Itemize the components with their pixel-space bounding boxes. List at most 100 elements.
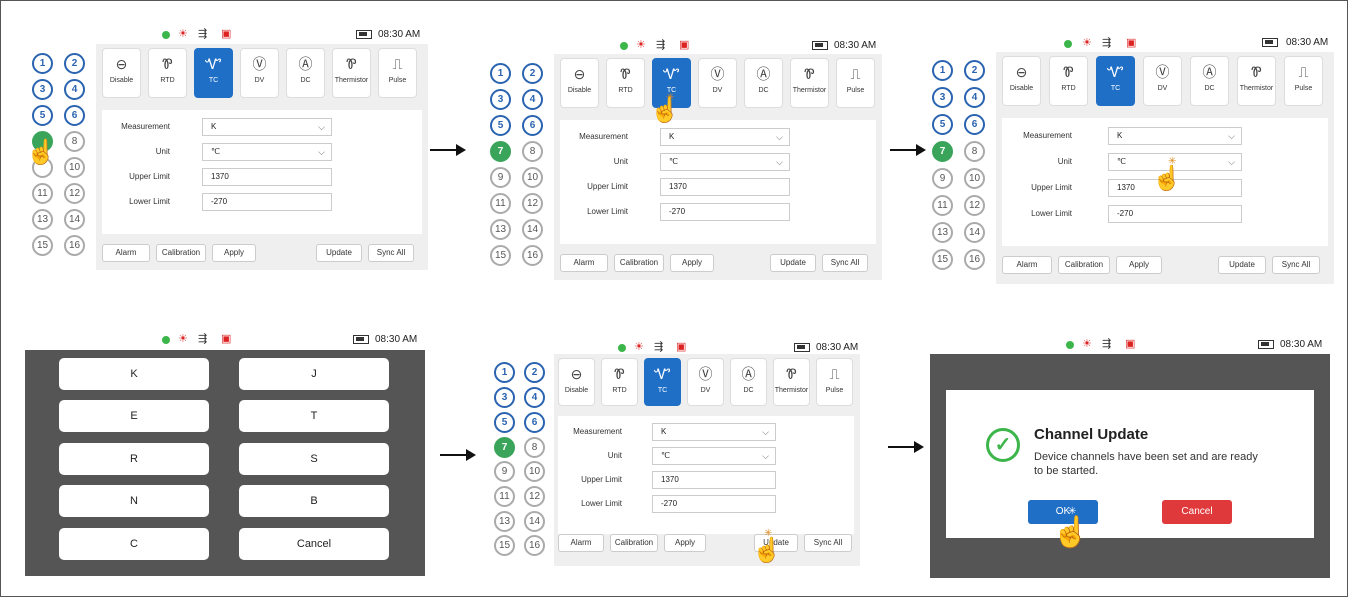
alarm-button[interactable]: Alarm (1002, 256, 1052, 274)
type-b-button[interactable]: B (239, 485, 389, 517)
channel-2[interactable]: 2 (524, 362, 545, 383)
type-n-button[interactable]: N (59, 485, 209, 517)
upper-limit-input[interactable]: 1370 (660, 178, 790, 196)
calibration-button[interactable]: Calibration (1058, 256, 1110, 274)
channel-5[interactable]: 5 (32, 105, 53, 126)
mode-tc[interactable]: Ꮙ TC (194, 48, 233, 98)
channel-16[interactable]: 16 (522, 245, 543, 266)
update-button[interactable]: Update (770, 254, 816, 272)
channel-6[interactable]: 6 (522, 115, 543, 136)
apply-button[interactable]: Apply (212, 244, 256, 262)
channel-9[interactable]: 9 (490, 167, 511, 188)
measurement-select[interactable]: K ⌵ (202, 118, 332, 136)
channel-6[interactable]: 6 (64, 105, 85, 126)
channel-16[interactable]: 16 (964, 249, 985, 270)
channel-8[interactable]: 8 (524, 437, 545, 458)
mode-tc[interactable]: Ꮙ TC (1096, 56, 1135, 106)
channel-2[interactable]: 2 (964, 60, 985, 81)
lower-limit-input[interactable]: -270 (652, 495, 776, 513)
channel-2[interactable]: 2 (64, 53, 85, 74)
upper-limit-input[interactable]: 1370 (652, 471, 776, 489)
channel-10[interactable]: 10 (522, 167, 543, 188)
channel-7[interactable]: 7 (494, 437, 515, 458)
channel-1[interactable]: 1 (494, 362, 515, 383)
channel-2[interactable]: 2 (522, 63, 543, 84)
mode-dv[interactable]: Ⓥ DV (687, 358, 724, 406)
channel-11[interactable]: 11 (32, 183, 53, 204)
type-r-button[interactable]: R (59, 443, 209, 475)
channel-14[interactable]: 14 (964, 222, 985, 243)
channel-15[interactable]: 15 (32, 235, 53, 256)
mode-disable[interactable]: ⊖ Disable (560, 58, 599, 108)
channel-5[interactable]: 5 (932, 114, 953, 135)
lower-limit-input[interactable]: -270 (660, 203, 790, 221)
measurement-select[interactable]: K ⌵ (1108, 127, 1242, 145)
channel-13[interactable]: 13 (932, 222, 953, 243)
channel-10[interactable]: 10 (64, 157, 85, 178)
type-c-button[interactable]: C (59, 528, 209, 560)
mode-thermistor[interactable]: Ꮘ Thermistor (332, 48, 371, 98)
mode-pulse[interactable]: ⎍ Pulse (378, 48, 417, 98)
sync-all-button[interactable]: Sync All (804, 534, 852, 552)
unit-select[interactable]: ℃ ⌵ (660, 153, 790, 171)
calibration-button[interactable]: Calibration (156, 244, 206, 262)
unit-select[interactable]: ℃ ⌵ (202, 143, 332, 161)
channel-11[interactable]: 11 (490, 193, 511, 214)
mode-dc[interactable]: Ⓐ DC (730, 358, 767, 406)
channel-6[interactable]: 6 (964, 114, 985, 135)
channel-15[interactable]: 15 (494, 535, 515, 556)
apply-button[interactable]: Apply (664, 534, 706, 552)
mode-rtd[interactable]: Ꮘ RTD (1049, 56, 1088, 106)
channel-4[interactable]: 4 (524, 387, 545, 408)
channel-12[interactable]: 12 (964, 195, 985, 216)
apply-button[interactable]: Apply (1116, 256, 1162, 274)
channel-10[interactable]: 10 (964, 168, 985, 189)
measurement-select[interactable]: K ⌵ (660, 128, 790, 146)
channel-7[interactable]: 7 (932, 141, 953, 162)
channel-14[interactable]: 14 (524, 511, 545, 532)
mode-dv[interactable]: Ⓥ DV (240, 48, 279, 98)
channel-13[interactable]: 13 (32, 209, 53, 230)
channel-16[interactable]: 16 (524, 535, 545, 556)
update-button[interactable]: Update (316, 244, 362, 262)
channel-4[interactable]: 4 (64, 79, 85, 100)
channel-8[interactable]: 8 (64, 131, 85, 152)
type-k-button[interactable]: K (59, 358, 209, 390)
channel-11[interactable]: 11 (494, 486, 515, 507)
calibration-button[interactable]: Calibration (610, 534, 658, 552)
channel-3[interactable]: 3 (490, 89, 511, 110)
type-t-button[interactable]: T (239, 400, 389, 432)
mode-dv[interactable]: Ⓥ DV (698, 58, 737, 108)
alarm-button[interactable]: Alarm (102, 244, 150, 262)
channel-4[interactable]: 4 (522, 89, 543, 110)
mode-dv[interactable]: Ⓥ DV (1143, 56, 1182, 106)
channel-1[interactable]: 1 (932, 60, 953, 81)
channel-15[interactable]: 15 (490, 245, 511, 266)
channel-3[interactable]: 3 (494, 387, 515, 408)
mode-tc[interactable]: Ꮙ TC (644, 358, 681, 406)
channel-13[interactable]: 13 (490, 219, 511, 240)
channel-5[interactable]: 5 (490, 115, 511, 136)
mode-thermistor[interactable]: Ꮘ Thermistor (773, 358, 810, 406)
cancel-button[interactable]: Cancel (1162, 500, 1232, 524)
channel-12[interactable]: 12 (522, 193, 543, 214)
alarm-button[interactable]: Alarm (560, 254, 608, 272)
channel-1[interactable]: 1 (32, 53, 53, 74)
channel-9[interactable]: 9 (494, 461, 515, 482)
mode-rtd[interactable]: Ꮘ RTD (148, 48, 187, 98)
mode-dc[interactable]: Ⓐ DC (286, 48, 325, 98)
channel-5[interactable]: 5 (494, 412, 515, 433)
channel-12[interactable]: 12 (64, 183, 85, 204)
type-j-button[interactable]: J (239, 358, 389, 390)
mode-thermistor[interactable]: Ꮘ Thermistor (1237, 56, 1276, 106)
sync-all-button[interactable]: Sync All (1272, 256, 1320, 274)
channel-10[interactable]: 10 (524, 461, 545, 482)
channel-7[interactable]: 7 (490, 141, 511, 162)
mode-pulse[interactable]: ⎍ Pulse (816, 358, 853, 406)
channel-12[interactable]: 12 (524, 486, 545, 507)
cancel-button[interactable]: Cancel (239, 528, 389, 560)
mode-disable[interactable]: ⊖ Disable (558, 358, 595, 406)
channel-3[interactable]: 3 (32, 79, 53, 100)
channel-9[interactable]: 9 (932, 168, 953, 189)
channel-1[interactable]: 1 (490, 63, 511, 84)
